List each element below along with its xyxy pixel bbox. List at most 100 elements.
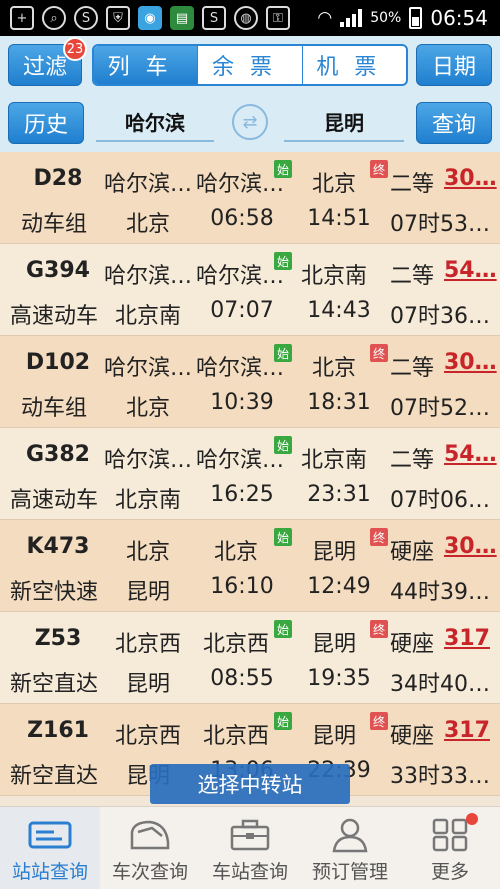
- seat-class: 硬座: [390, 724, 435, 749]
- to-station: 昆明: [311, 724, 356, 749]
- destination-station: 北京: [125, 212, 170, 237]
- from-city-input[interactable]: 哈尔滨: [96, 102, 214, 142]
- nav-station-search[interactable]: 车站查询: [200, 807, 300, 889]
- filter-badge: 23: [63, 37, 87, 61]
- train-list[interactable]: D28 哈尔滨… 哈尔滨… 北京 二等 30… 动车组 北京 06:58 14:51 07时53… 始…: [0, 152, 500, 800]
- signal-icon: [340, 9, 363, 27]
- bottom-nav: 站站查询 车次查询 车站查询 预订管理 更多: [0, 806, 500, 889]
- from-station: 哈尔滨…: [196, 264, 285, 289]
- shield-icon: ⛨: [106, 6, 130, 30]
- train-row[interactable]: D28 哈尔滨… 哈尔滨… 北京 二等 30… 动车组 北京 06:58 14:51 07时53… 始…: [0, 152, 500, 244]
- date-button[interactable]: 日期: [416, 44, 492, 86]
- battery-percent: 50%: [370, 10, 402, 26]
- train-row[interactable]: G394 哈尔滨… 哈尔滨… 北京南 二等 54… 高速动车 北京南 07:07 14:43 07时…: [0, 244, 500, 336]
- select-transfer-button[interactable]: 选择中转站: [150, 764, 350, 804]
- origin-badge: 始: [274, 712, 292, 730]
- from-station: 哈尔滨…: [196, 448, 285, 473]
- train-number: G382: [26, 442, 90, 467]
- tab-tickets[interactable]: 余票: [197, 46, 301, 84]
- arrive-time: 18:31: [307, 390, 371, 415]
- depart-time: 08:55: [210, 666, 274, 691]
- arrive-time: 19:35: [307, 666, 371, 691]
- duration: 07时06…: [390, 488, 490, 513]
- app-icon: ▤: [170, 6, 194, 30]
- seat-class: 二等: [390, 264, 435, 289]
- nav-label: 预订管理: [311, 861, 388, 883]
- query-button[interactable]: 查询: [416, 102, 492, 144]
- arrive-time: 14:51: [307, 206, 371, 231]
- train-row[interactable]: Z53 北京西 北京西 昆明 硬座 317 新空直达 昆明 08:55 19:35 34时40… 始终: [0, 612, 500, 704]
- nav-booking-management[interactable]: 预订管理: [300, 807, 400, 889]
- to-city-input[interactable]: 昆明: [284, 102, 404, 142]
- train-row[interactable]: K473 北京 北京 昆明 硬座 30… 新空快速 昆明 16:10 12:49 44时39… 始终: [0, 520, 500, 612]
- filter-button[interactable]: 过滤 23: [8, 37, 87, 86]
- nav-train-query[interactable]: 车次查询: [100, 807, 200, 889]
- to-station: 北京: [311, 356, 356, 381]
- nav-label: 更多: [430, 861, 469, 883]
- train-type: 新空快速: [9, 580, 98, 605]
- lock-shield-icon: ⚿: [266, 6, 290, 30]
- train-number: Z161: [27, 718, 89, 743]
- destination-station: 昆明: [125, 580, 170, 605]
- destination-station: 北京南: [114, 488, 181, 513]
- duration: 34时40…: [390, 672, 490, 697]
- from-station: 北京: [213, 540, 258, 565]
- depart-time: 16:25: [210, 482, 274, 507]
- eye-icon: ◉: [138, 6, 162, 30]
- ticket-price[interactable]: 317: [444, 626, 498, 651]
- from-city: 北京西: [114, 632, 181, 657]
- ticket-price[interactable]: 30…: [444, 534, 498, 559]
- train-type: 新空直达: [9, 764, 98, 789]
- destination-station: 北京南: [114, 304, 181, 329]
- train-type: 高速动车: [9, 304, 98, 329]
- duration: 07时36…: [390, 304, 490, 329]
- seat-class: 二等: [390, 172, 435, 197]
- nav-more[interactable]: 更多: [400, 807, 500, 889]
- train-number: D28: [33, 166, 83, 191]
- tab-flights[interactable]: 机票: [301, 46, 406, 84]
- train-row[interactable]: D102 哈尔滨… 哈尔滨… 北京 二等 30… 动车组 北京 10:39 18:31 07时52……: [0, 336, 500, 428]
- depart-time: 10:39: [210, 390, 274, 415]
- from-city: 哈尔滨…: [103, 264, 192, 289]
- arrive-time: 12:49: [307, 574, 371, 599]
- origin-badge: 始: [274, 528, 292, 546]
- tab-train[interactable]: 列车: [94, 46, 198, 84]
- history-button[interactable]: 历史: [8, 102, 84, 144]
- ticket-price[interactable]: 54…: [444, 442, 498, 467]
- swap-icon[interactable]: ⇄: [232, 104, 268, 140]
- search-header: 过滤 23 列车 余票 机票 日期 历史 哈尔滨 ⇄ 昆明 查询: [0, 36, 500, 152]
- from-city: 哈尔滨…: [103, 172, 192, 197]
- from-city: 北京西: [114, 724, 181, 749]
- ticket-price[interactable]: 30…: [444, 166, 498, 191]
- to-station: 昆明: [311, 540, 356, 565]
- nav-label: 车次查询: [111, 861, 188, 883]
- clock: 06:54: [430, 6, 488, 30]
- train-number: D102: [25, 350, 91, 375]
- seat-class: 硬座: [390, 632, 435, 657]
- to-station: 昆明: [311, 632, 356, 657]
- mode-tabs: 列车 余票 机票: [92, 44, 408, 86]
- person-icon: [330, 817, 370, 853]
- depart-time: 16:10: [210, 574, 274, 599]
- ticket-price[interactable]: 30…: [444, 350, 498, 375]
- duration: 07时52…: [390, 396, 490, 421]
- origin-badge: 始: [274, 344, 292, 362]
- nav-label: 站站查询: [11, 861, 88, 883]
- nav-label: 车站查询: [211, 861, 288, 883]
- destination-station: 昆明: [125, 672, 170, 697]
- train-row[interactable]: G382 哈尔滨… 哈尔滨… 北京南 二等 54… 高速动车 北京南 16:25 23:31 07时…: [0, 428, 500, 520]
- terminal-badge: 终: [370, 160, 388, 178]
- nav-station-query[interactable]: 站站查询: [0, 807, 100, 889]
- ticket-price[interactable]: 54…: [444, 258, 498, 283]
- seat-class: 二等: [390, 356, 435, 381]
- depart-time: 06:58: [210, 206, 274, 231]
- origin-badge: 始: [274, 620, 292, 638]
- duration: 07时53…: [390, 212, 490, 237]
- from-station: 哈尔滨…: [196, 356, 285, 381]
- wifi-icon: ◠: [317, 8, 333, 28]
- ticket-price[interactable]: 317: [444, 718, 498, 743]
- from-station: 北京西: [202, 632, 269, 657]
- origin-badge: 始: [274, 252, 292, 270]
- duration: 44时39…: [390, 580, 490, 605]
- from-city: 北京: [125, 540, 170, 565]
